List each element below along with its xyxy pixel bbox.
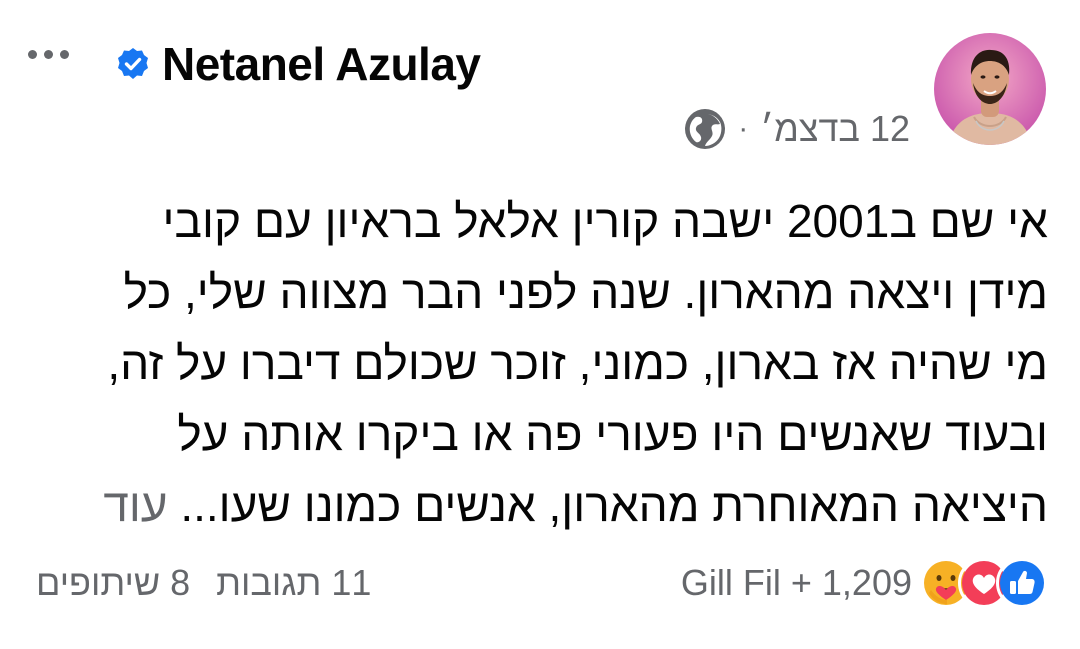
post-text: אי שם ב2001 ישבה קורין אלאל בראיון עם קו…	[34, 186, 1048, 541]
post-text-line: אי שם ב2001 ישבה קורין אלאל בראיון עם קו…	[162, 195, 1048, 247]
more-dot	[28, 49, 37, 59]
verified-badge-icon	[116, 47, 150, 81]
post-text-line: מידן ויצאה מהארון. שנה לפני הבר מצווה של…	[123, 266, 1048, 318]
post-date[interactable]: 12 בדצמ׳	[760, 108, 910, 150]
like-icon	[996, 557, 1048, 609]
post-text-line: מי שהיה אז בארון, כמוני, זוכר שכולם דיבר…	[107, 337, 1048, 389]
meta-separator: ·	[738, 112, 749, 145]
shares-count[interactable]: 8 שיתופים	[36, 562, 190, 604]
post-text-line: ובעוד שאנשים היו פעורי פה או ביקרו אותה …	[177, 408, 1048, 460]
more-dot	[60, 49, 69, 59]
more-dot	[44, 49, 53, 59]
reaction-icons[interactable]	[920, 557, 1048, 609]
more-options-button[interactable]	[28, 40, 84, 68]
facebook-post: Netanel Azulay · 12 בדצמ׳ אי שם ב2001 יש…	[0, 0, 1080, 649]
comments-count[interactable]: 11 תגובות	[216, 562, 371, 604]
engagement-stats: 11 תגובות 8 שיתופים	[36, 558, 371, 608]
see-more-link[interactable]: עוד	[103, 479, 167, 531]
post-text-last-line: היציאה המאוחרת מהארון, אנשים כמונו שעו..…	[34, 470, 1048, 541]
author-row: Netanel Azulay	[116, 36, 481, 92]
author-avatar[interactable]	[934, 33, 1046, 145]
globe-icon[interactable]	[684, 108, 726, 150]
author-name[interactable]: Netanel Azulay	[162, 37, 481, 91]
reaction-summary[interactable]: Gill Fil + 1,209	[681, 562, 912, 604]
post-meta: · 12 בדצמ׳	[684, 106, 910, 152]
reactions-row[interactable]: Gill Fil + 1,209	[681, 557, 1048, 609]
post-text-truncated: היציאה המאוחרת מהארון, אנשים כמונו שעו..…	[180, 479, 1048, 531]
